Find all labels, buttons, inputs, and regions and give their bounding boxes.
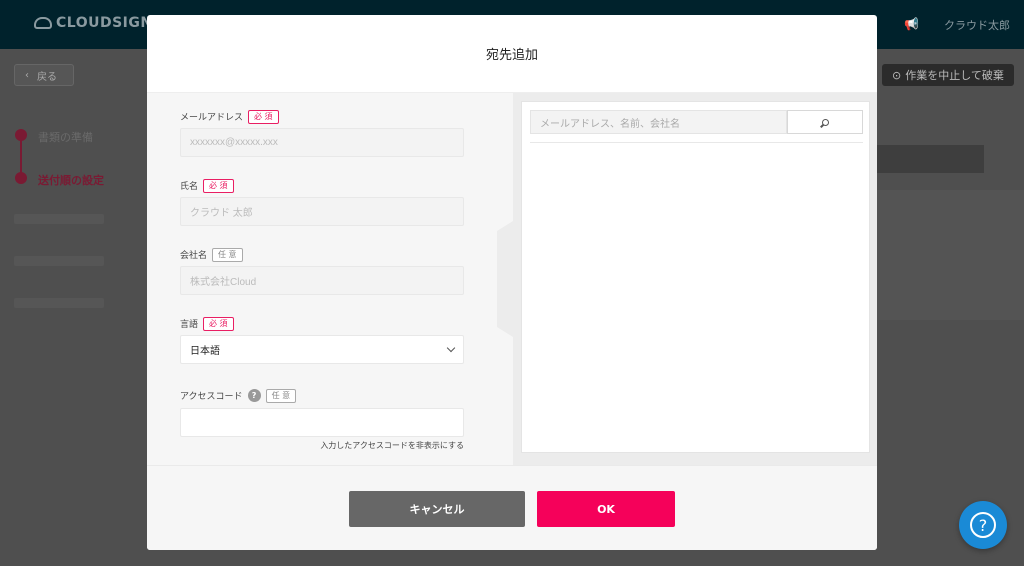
modal-footer: キャンセル OK bbox=[147, 465, 877, 550]
help-icon[interactable]: ? bbox=[247, 389, 261, 403]
megaphone-icon[interactable]: 📢 bbox=[904, 17, 919, 31]
step-dot-2 bbox=[15, 172, 27, 184]
company-label-text: 会社名 bbox=[180, 251, 208, 262]
access-code-field[interactable] bbox=[180, 408, 464, 437]
address-book-box: メールアドレス、名前、会社名 bbox=[521, 101, 870, 453]
address-book-panel: メールアドレス、名前、会社名 bbox=[513, 93, 877, 465]
name-label: 氏名 必 須 bbox=[180, 179, 234, 193]
required-badge: 必 須 bbox=[203, 317, 234, 331]
email-label-text: メールアドレス bbox=[180, 113, 244, 124]
user-name[interactable]: クラウド太郎 bbox=[944, 17, 1010, 33]
required-badge: 必 須 bbox=[248, 110, 279, 124]
chevron-left-icon: ‹ bbox=[25, 69, 29, 81]
email-field[interactable]: xxxxxxx@xxxxx.xxx bbox=[180, 128, 464, 157]
step-label-1: 書類の準備 bbox=[38, 131, 93, 144]
hide-access-code-link[interactable]: 入力したアクセスコードを非表示にする bbox=[320, 440, 464, 451]
add-recipient-modal: 宛先追加 メールアドレス 必 須 xxxxxxx@xxxxx.xxx 氏名 必 … bbox=[147, 15, 877, 550]
company-label: 会社名 任 意 bbox=[180, 248, 243, 262]
optional-badge: 任 意 bbox=[265, 389, 297, 403]
optional-badge: 任 意 bbox=[212, 248, 243, 262]
step-dot-1 bbox=[15, 129, 27, 141]
abort-label: 作業を中止して破棄 bbox=[905, 69, 1004, 82]
chevron-down-icon bbox=[446, 343, 456, 353]
search-icon bbox=[821, 118, 829, 126]
question-icon: ? bbox=[970, 512, 996, 538]
modal-header: 宛先追加 bbox=[147, 15, 877, 93]
panel-divider bbox=[497, 221, 513, 337]
company-field[interactable]: 株式会社Cloud bbox=[180, 266, 464, 295]
search-button[interactable] bbox=[787, 110, 863, 134]
access-code-label: アクセスコード ? 任 意 bbox=[180, 389, 297, 403]
cloudsign-logo[interactable]: CLOUDSIGN bbox=[34, 15, 153, 31]
ok-button[interactable]: OK bbox=[537, 491, 675, 527]
search-input[interactable]: メールアドレス、名前、会社名 bbox=[530, 110, 787, 134]
cancel-button[interactable]: キャンセル bbox=[349, 491, 525, 527]
access-code-label-text: アクセスコード bbox=[180, 392, 243, 403]
language-select[interactable]: 日本語 bbox=[180, 335, 464, 364]
email-label: メールアドレス 必 須 bbox=[180, 110, 279, 124]
modal-body: メールアドレス 必 須 xxxxxxx@xxxxx.xxx 氏名 必 須 クラウ… bbox=[147, 93, 877, 465]
divider bbox=[530, 142, 863, 143]
background-panel bbox=[876, 190, 1024, 320]
language-value: 日本語 bbox=[190, 346, 220, 357]
required-badge: 必 須 bbox=[203, 179, 234, 193]
name-field[interactable]: クラウド 太郎 bbox=[180, 197, 464, 226]
modal-title: 宛先追加 bbox=[485, 48, 538, 63]
abort-button[interactable]: ⊙ 作業を中止して破棄 bbox=[882, 64, 1014, 86]
cancel-circle-icon: ⊙ bbox=[892, 68, 902, 82]
step-label-2: 送付順の設定 bbox=[38, 174, 104, 187]
back-button[interactable]: ‹ 戻る bbox=[14, 64, 74, 86]
name-label-text: 氏名 bbox=[180, 182, 199, 193]
help-button[interactable]: ? bbox=[959, 501, 1007, 549]
language-label: 言語 必 須 bbox=[180, 317, 234, 331]
step-placeholder bbox=[14, 214, 104, 224]
cloud-icon bbox=[34, 17, 52, 29]
language-label-text: 言語 bbox=[180, 320, 199, 331]
step-placeholder bbox=[14, 298, 104, 308]
background-input bbox=[876, 145, 984, 173]
step-placeholder bbox=[14, 256, 104, 266]
back-label: 戻る bbox=[37, 71, 57, 83]
logo-text: CLOUDSIGN bbox=[56, 15, 153, 31]
